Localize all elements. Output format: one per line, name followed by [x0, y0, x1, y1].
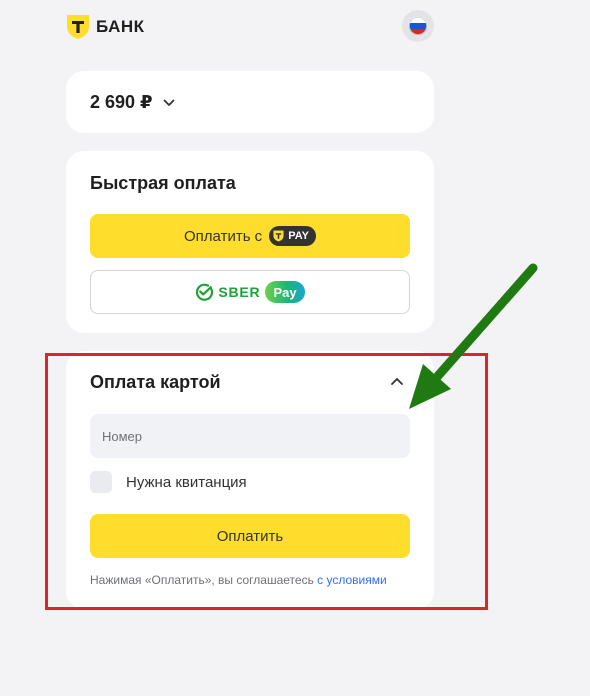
- amount-toggle[interactable]: 2 690 ₽: [90, 92, 175, 113]
- russian-flag-icon: [409, 17, 427, 35]
- chevron-down-icon: [163, 99, 174, 106]
- header: БАНК: [66, 10, 436, 42]
- tpay-button[interactable]: Оплатить с PAY: [90, 214, 410, 258]
- terms-link[interactable]: с условиями: [317, 573, 387, 587]
- amount-value: 2 690 ₽: [90, 92, 153, 112]
- fast-payment-card: Быстрая оплата Оплатить с PAY SBER Pay: [66, 151, 434, 333]
- tpay-badge-text: PAY: [288, 230, 309, 242]
- card-number-input[interactable]: [90, 414, 410, 458]
- card-payment-card: Оплата картой Нужна квитанция Оплатить Н…: [66, 351, 434, 609]
- shield-t-icon: [67, 15, 89, 39]
- sber-pay-pill: Pay: [265, 281, 305, 303]
- bank-logo[interactable]: БАНК: [66, 14, 145, 40]
- tpay-button-label: Оплатить с: [184, 227, 263, 245]
- pay-button-label: Оплатить: [216, 527, 284, 545]
- chevron-up-icon[interactable]: [390, 377, 404, 386]
- shield-t-icon: [273, 230, 284, 242]
- receipt-label: Нужна квитанция: [126, 473, 247, 491]
- amount-card: 2 690 ₽: [66, 71, 434, 133]
- pay-button[interactable]: Оплатить: [90, 514, 410, 558]
- sberpay-button[interactable]: SBER Pay: [90, 270, 410, 314]
- terms-text: Нажимая «Оплатить», вы соглашаетесь с ус…: [90, 573, 387, 587]
- card-payment-title: Оплата картой: [90, 372, 221, 392]
- tpay-badge: PAY: [269, 226, 316, 246]
- sber-text: SBER: [218, 284, 261, 300]
- receipt-checkbox-row[interactable]: Нужна квитанция: [90, 471, 247, 493]
- language-selector[interactable]: [402, 10, 434, 42]
- fast-payment-title: Быстрая оплата: [90, 173, 236, 193]
- terms-prefix: Нажимая «Оплатить», вы соглашаетесь: [90, 573, 318, 587]
- receipt-checkbox[interactable]: [90, 471, 112, 493]
- logo-text: БАНК: [96, 17, 145, 36]
- sber-logo-icon: [196, 283, 214, 301]
